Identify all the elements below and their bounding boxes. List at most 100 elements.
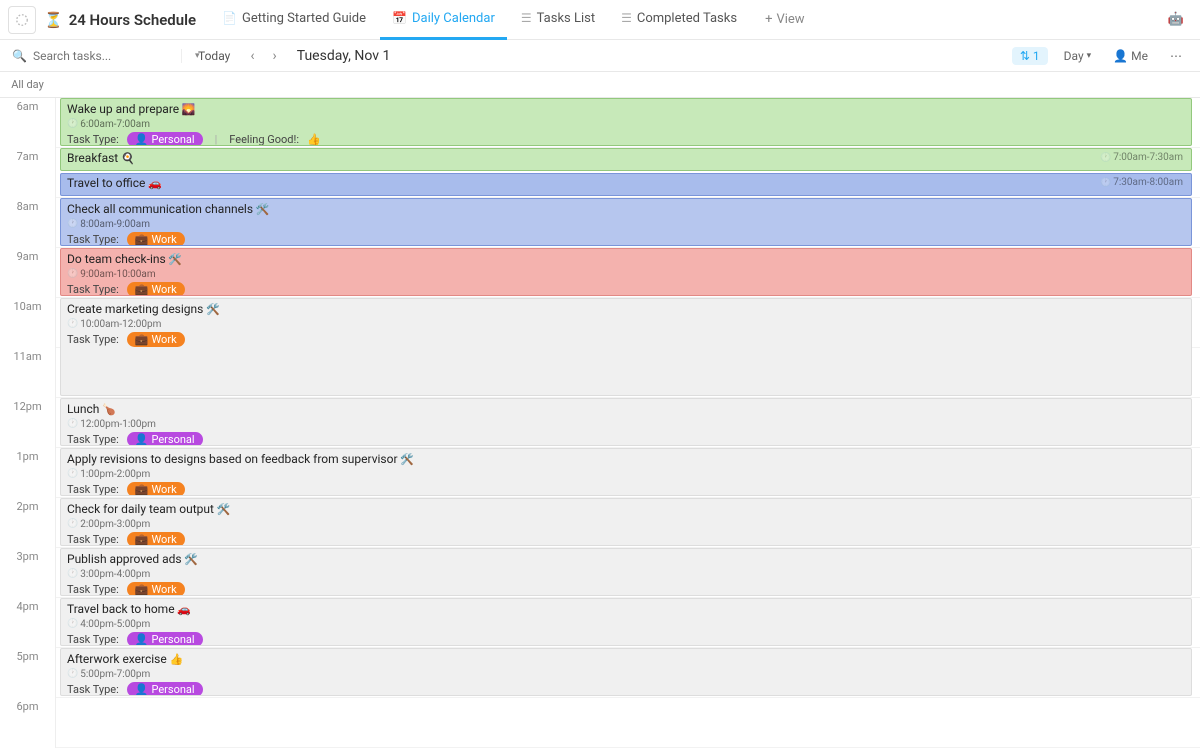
tools-icon: 🛠️ [206, 303, 220, 316]
event-publish-ads[interactable]: Publish approved ads 🛠️ 🕐3:00pm-4:00pm T… [60, 548, 1192, 596]
person-icon: 👤 [1113, 49, 1128, 63]
type-pill-personal: 👤Personal [127, 432, 203, 447]
event-exercise[interactable]: Afterwork exercise 👍 🕐5:00pm-7:00pm Task… [60, 648, 1192, 696]
food-icon: 🍗 [102, 403, 116, 416]
tools-icon: 🛠️ [217, 503, 231, 516]
day-view-selector[interactable]: Day ▾ [1058, 49, 1098, 63]
hour-label: 1pm [0, 448, 55, 498]
me-filter[interactable]: 👤 Me [1107, 49, 1154, 63]
page-title-block: ⏳ 24 Hours Schedule [40, 11, 206, 29]
task-type-label: Task Type: [67, 483, 119, 496]
hour-label: 8am [0, 198, 55, 248]
event-title: Lunch [67, 402, 99, 416]
person-icon: 👤 [135, 433, 149, 446]
search-box[interactable]: 🔍 ▾ [12, 49, 182, 63]
hour-label: 2pm [0, 498, 55, 548]
tab-getting-started[interactable]: 📄 Getting Started Guide [210, 0, 378, 40]
clock-icon: 🕐 [67, 269, 78, 279]
sunrise-icon: 🌄 [182, 103, 196, 116]
add-view-label: View [776, 12, 804, 27]
add-view-button[interactable]: + View [753, 12, 817, 27]
person-icon: 👤 [135, 133, 149, 146]
hour-label: 11am [0, 348, 55, 398]
type-pill-work: 💼Work [127, 232, 185, 247]
hourglass-icon: ⏳ [44, 11, 63, 29]
event-time: 7:00am-7:30am [1113, 152, 1183, 163]
current-date: Tuesday, Nov 1 [291, 48, 391, 64]
event-time: 1:00pm-2:00pm [80, 469, 150, 480]
events-column: Wake up and prepare 🌄 🕐6:00am-7:00am Tas… [55, 98, 1200, 748]
hour-label: 12pm [0, 398, 55, 448]
task-type-label: Task Type: [67, 133, 119, 146]
filter-icon: ⇅ [1020, 49, 1030, 63]
more-options[interactable]: ⋯ [1164, 49, 1188, 63]
tab-completed-tasks[interactable]: ☰ Completed Tasks [609, 0, 749, 40]
person-icon: 👤 [135, 633, 149, 646]
briefcase-icon: 💼 [135, 583, 149, 596]
hour-label: 3pm [0, 548, 55, 598]
type-pill-work: 💼Work [127, 582, 185, 597]
task-type-label: Task Type: [67, 333, 119, 346]
tab-label: Tasks List [537, 11, 595, 26]
task-type-label: Task Type: [67, 683, 119, 696]
event-wake-up[interactable]: Wake up and prepare 🌄 🕐6:00am-7:00am Tas… [60, 98, 1192, 146]
top-bar: ⏳ 24 Hours Schedule 📄 Getting Started Gu… [0, 0, 1200, 40]
type-pill-work: 💼Work [127, 282, 185, 297]
day-label: Day [1064, 49, 1084, 63]
event-title: Check for daily team output [67, 502, 214, 516]
event-time: 2:00pm-3:00pm [80, 519, 150, 530]
food-icon: 🍳 [121, 152, 135, 165]
tab-daily-calendar[interactable]: 📅 Daily Calendar [380, 0, 507, 40]
prev-day-button[interactable]: ‹ [246, 48, 258, 64]
event-team-checkins[interactable]: Do team check-ins 🛠️ 🕐9:00am-10:00am Tas… [60, 248, 1192, 296]
task-type-label: Task Type: [67, 283, 119, 296]
menu-button[interactable] [8, 6, 36, 34]
clock-icon: 🕐 [67, 469, 78, 479]
time-column: 6am 7am 8am 9am 10am 11am 12pm 1pm 2pm 3… [0, 98, 55, 748]
task-type-label: Task Type: [67, 433, 119, 446]
type-pill-personal: 👤Personal [127, 682, 203, 697]
car-icon: 🚗 [177, 603, 191, 616]
event-title: Check all communication channels [67, 202, 253, 216]
next-day-button[interactable]: › [269, 48, 281, 64]
clock-icon: 🕐 [67, 619, 78, 629]
event-title: Publish approved ads [67, 552, 182, 566]
clock-icon: 🕐 [67, 219, 78, 229]
briefcase-icon: 💼 [135, 283, 149, 296]
filter-count-badge[interactable]: ⇅ 1 [1012, 47, 1048, 65]
thumbs-up-icon: 👍 [169, 653, 183, 666]
event-travel-home[interactable]: Travel back to home 🚗 🕐4:00pm-5:00pm Tas… [60, 598, 1192, 646]
search-icon: 🔍 [12, 49, 27, 63]
briefcase-icon: 💼 [135, 333, 149, 346]
type-pill-work: 💼Work [127, 482, 185, 497]
automation-icon[interactable]: 🤖 [1160, 12, 1192, 27]
event-travel-office[interactable]: Travel to office 🚗 🕐7:30am-8:00am [60, 173, 1192, 196]
event-title: Travel back to home [67, 602, 175, 616]
tools-icon: 🛠️ [184, 553, 198, 566]
event-marketing-designs[interactable]: Create marketing designs 🛠️ 🕐10:00am-12:… [60, 298, 1192, 396]
tab-tasks-list[interactable]: ☰ Tasks List [509, 0, 607, 40]
all-day-label: All day [0, 78, 55, 91]
event-breakfast[interactable]: Breakfast 🍳 🕐7:00am-7:30am [60, 148, 1192, 171]
clock-icon: 🕐 [67, 519, 78, 529]
chevron-down-icon[interactable]: ▾ [195, 51, 200, 61]
calendar-icon: 📅 [392, 11, 407, 25]
hour-label: 4pm [0, 598, 55, 648]
event-check-comm[interactable]: Check all communication channels 🛠️ 🕐8:0… [60, 198, 1192, 246]
clock-icon: 🕐 [67, 569, 78, 579]
hour-label: 6pm [0, 698, 55, 748]
event-title: Travel to office [67, 176, 145, 190]
filter-count: 1 [1033, 49, 1040, 63]
car-icon: 🚗 [148, 177, 162, 190]
event-apply-revisions[interactable]: Apply revisions to designs based on feed… [60, 448, 1192, 496]
event-title: Wake up and prepare [67, 102, 179, 116]
tools-icon: 🛠️ [256, 203, 270, 216]
event-check-output[interactable]: Check for daily team output 🛠️ 🕐2:00pm-3… [60, 498, 1192, 546]
type-pill-work: 💼Work [127, 332, 185, 347]
event-lunch[interactable]: Lunch 🍗 🕐12:00pm-1:00pm Task Type: 👤Pers… [60, 398, 1192, 446]
event-time: 8:00am-9:00am [80, 219, 150, 230]
view-tabs: 📄 Getting Started Guide 📅 Daily Calendar… [210, 0, 749, 40]
search-input[interactable] [33, 49, 189, 63]
calendar-body: 6am 7am 8am 9am 10am 11am 12pm 1pm 2pm 3… [0, 98, 1200, 748]
filter-bar: 🔍 ▾ Today ‹ › Tuesday, Nov 1 ⇅ 1 Day ▾ 👤… [0, 40, 1200, 72]
